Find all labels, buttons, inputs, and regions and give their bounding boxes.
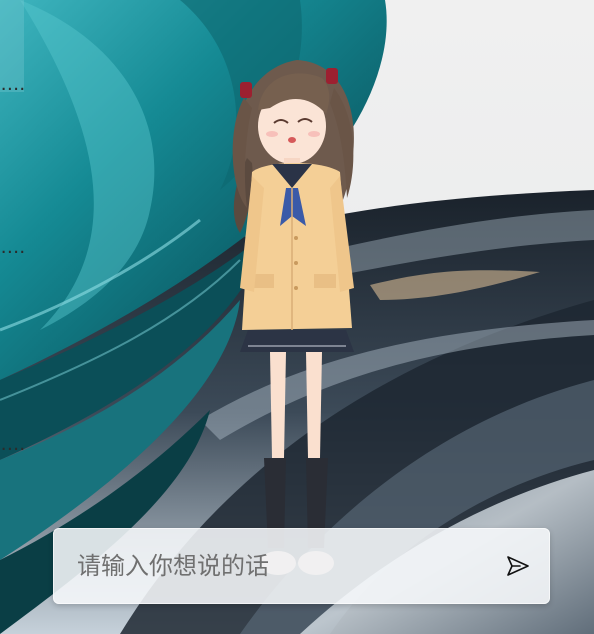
send-icon — [507, 556, 529, 576]
send-button[interactable] — [504, 552, 532, 580]
desktop-icon-label-1[interactable]: .... — [0, 80, 26, 92]
chat-input[interactable] — [65, 542, 485, 590]
desktop-icon-label-3[interactable]: .... — [0, 440, 26, 452]
desktop-screen: .... .... .... — [0, 0, 594, 634]
anime-girl-character[interactable] — [222, 48, 372, 594]
chat-input-bar — [53, 528, 550, 604]
desktop-icon-label-2[interactable]: .... — [0, 243, 26, 255]
